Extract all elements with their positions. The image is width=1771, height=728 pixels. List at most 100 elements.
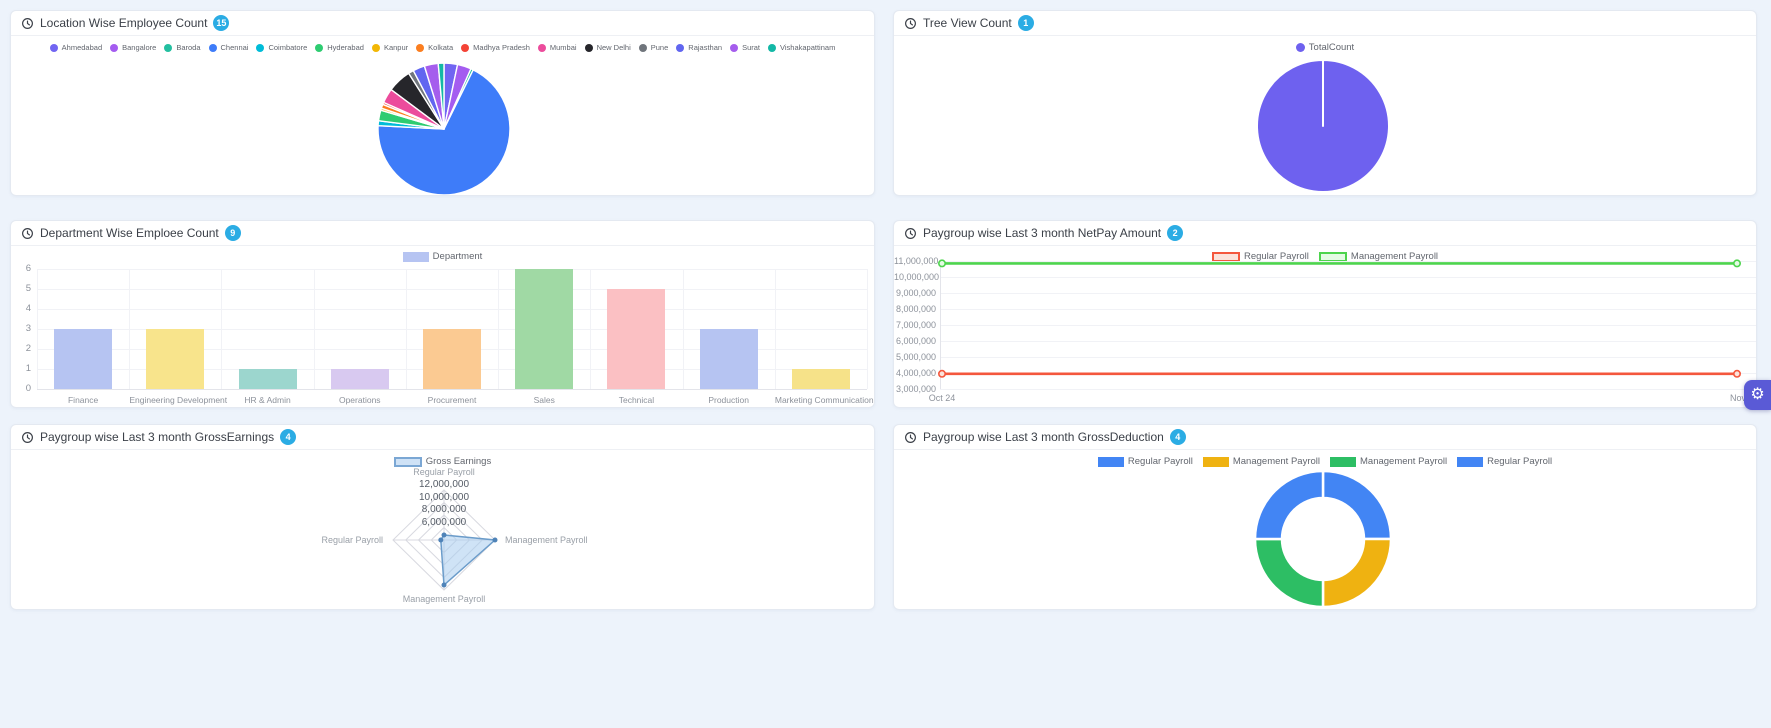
clock-icon [21,431,34,444]
legend-item[interactable]: Kolkata [416,43,453,52]
card-header: Location Wise Employee Count 15 [11,11,874,36]
radar-axis-label: Management Payroll [505,535,588,545]
legend-label: Baroda [176,43,200,52]
bar-hr-admin[interactable] [239,369,297,389]
card-title: Paygroup wise Last 3 month GrossEarnings [40,430,274,444]
y-axis-tick: 6 [13,263,31,274]
y-axis-tick: 3 [13,323,31,334]
legend-label: Pune [651,43,669,52]
legend-item[interactable]: Madhya Pradesh [461,43,530,52]
gridline [498,269,499,389]
legend-item[interactable]: Rajasthan [676,43,722,52]
gridline [221,269,222,389]
legend-swatch [315,44,323,52]
legend-item[interactable]: Surat [730,43,760,52]
x-axis-tick: Marketing Communication [775,395,867,405]
card-title: Paygroup wise Last 3 month NetPay Amount [923,226,1161,240]
y-axis-tick: 2 [13,343,31,354]
legend-item[interactable]: Gross Earnings [394,456,491,467]
x-axis-tick: Oct 24 [917,393,967,403]
gridline [37,309,867,310]
clock-icon [904,17,917,30]
legend-swatch [768,44,776,52]
bar-production[interactable] [700,329,758,389]
legend-swatch [1098,457,1124,467]
legend-item[interactable]: Management Payroll [1203,456,1320,467]
radar-ring-label: 12,000,000 [384,479,504,490]
legend-swatch [730,44,738,52]
legend-item[interactable]: Baroda [164,43,200,52]
y-axis-tick: 1 [13,363,31,374]
legend-label: Coimbatore [268,43,307,52]
x-axis-tick: Sales [498,395,590,405]
legend-item[interactable]: Vishakapattinam [768,43,835,52]
chart-legend: Regular Payroll Management Payroll Managem… [894,456,1756,467]
gear-icon: ⚙ [1750,387,1764,403]
bar-marketing-communication[interactable] [792,369,850,389]
pie-chart-location[interactable] [376,61,512,196]
legend-item[interactable]: Department [403,251,483,262]
legend-label: Regular Payroll [1128,456,1193,467]
bar-sales[interactable] [515,269,573,389]
gridline [37,389,867,390]
x-axis-tick: Engineering Development [129,395,221,405]
legend-label: Ahmedabad [62,43,102,52]
legend-item[interactable]: Regular Payroll [1098,456,1193,467]
legend-item[interactable]: Pune [639,43,669,52]
legend-swatch [461,44,469,52]
legend-item[interactable]: TotalCount [1296,42,1354,53]
y-axis-tick: 4 [13,303,31,314]
pie-chart-treeview[interactable] [1255,58,1391,194]
y-axis-tick: 6,000,000 [894,336,936,346]
card-header: Paygroup wise Last 3 month GrossDeductio… [894,425,1756,450]
legend-item[interactable]: Chennai [209,43,249,52]
radar-axis-label: Management Payroll [364,594,524,604]
bar-finance[interactable] [54,329,112,389]
bar-technical[interactable] [607,289,665,389]
gridline [37,269,867,270]
card-header: Department Wise Emploee Count 9 [11,221,874,246]
line-series-layer[interactable] [934,257,1754,407]
bar-engineering-development[interactable] [146,329,204,389]
legend-item[interactable]: New Delhi [585,43,631,52]
legend-item[interactable]: Regular Payroll [1457,456,1552,467]
legend-label: Chennai [221,43,249,52]
legend-swatch [209,44,217,52]
count-badge: 2 [1167,225,1183,241]
legend-swatch [639,44,647,52]
settings-button[interactable]: ⚙ [1744,380,1771,410]
gridline [590,269,591,389]
legend-swatch [256,44,264,52]
legend-label: Surat [742,43,760,52]
legend-item[interactable]: Kanpur [372,43,408,52]
legend-item[interactable]: Hyderabad [315,43,364,52]
gridline [683,269,684,389]
y-axis-tick: 4,000,000 [894,368,936,378]
legend-label: New Delhi [597,43,631,52]
legend-item[interactable]: Bangalore [110,43,156,52]
x-axis-tick: Finance [37,395,129,405]
card-department-wise-employee-count: Department Wise Emploee Count 9 Departme… [10,220,875,408]
card-location-wise-employee-count: Location Wise Employee Count 15 Ahmedaba… [10,10,875,196]
x-axis-tick: Technical [590,395,682,405]
legend-item[interactable]: Management Payroll [1330,456,1447,467]
legend-item[interactable]: Mumbai [538,43,577,52]
legend-swatch [1457,457,1483,467]
legend-swatch [1296,43,1305,52]
card-title: Paygroup wise Last 3 month GrossDeductio… [923,430,1164,444]
y-axis-tick: 11,000,000 [894,256,936,266]
chart-legend: Gross Earnings [11,456,874,467]
legend-label: Mumbai [550,43,577,52]
bar-operations[interactable] [331,369,389,389]
bar-procurement[interactable] [423,329,481,389]
y-axis-tick: 8,000,000 [894,304,936,314]
card-title: Tree View Count [923,16,1012,30]
clock-icon [904,431,917,444]
legend-swatch [676,44,684,52]
legend-item[interactable]: Ahmedabad [50,43,102,52]
legend-item[interactable]: Coimbatore [256,43,307,52]
legend-label: Madhya Pradesh [473,43,530,52]
doughnut-chart-gross-deduction[interactable] [1253,469,1393,609]
legend-swatch [110,44,118,52]
card-netpay-amount: Paygroup wise Last 3 month NetPay Amount… [893,220,1757,408]
